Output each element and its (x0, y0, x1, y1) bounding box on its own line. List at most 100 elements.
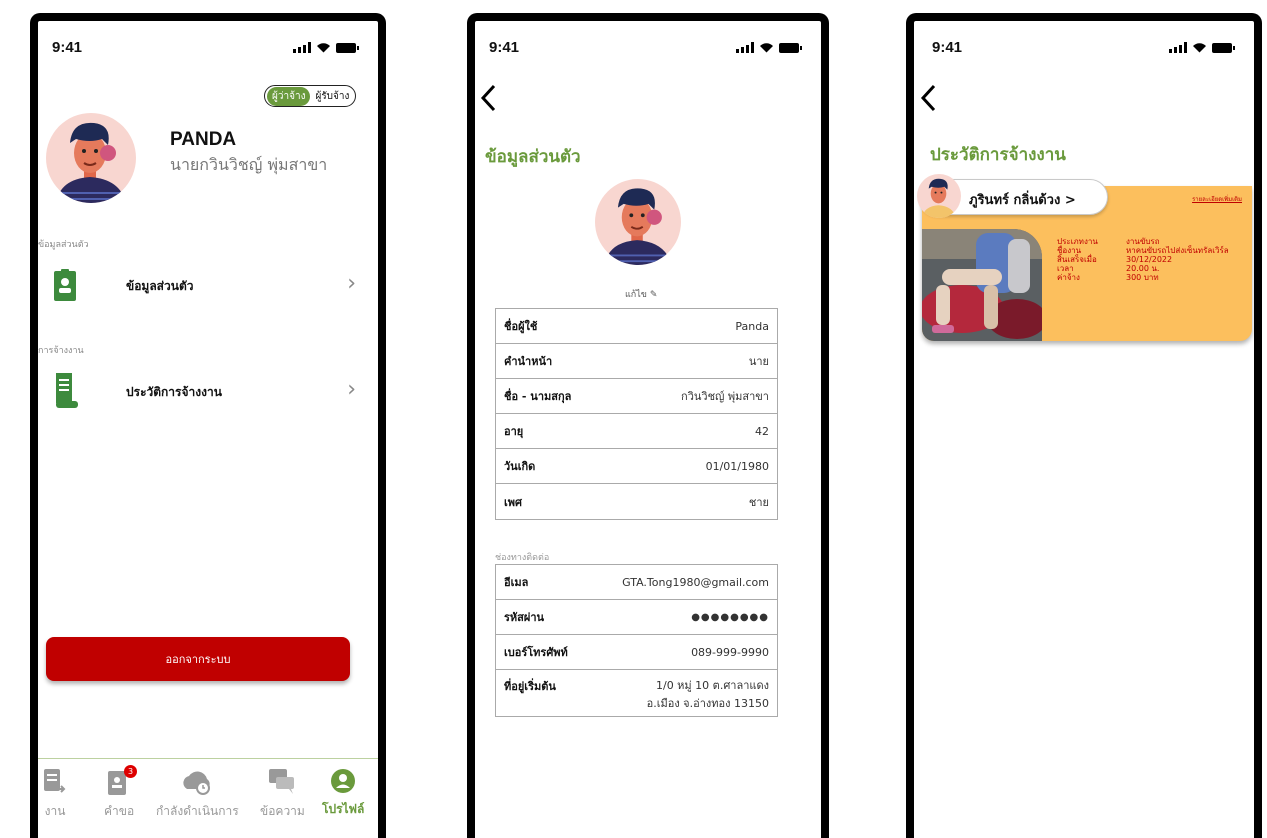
chevron-right-icon: › (347, 271, 356, 296)
tab-jobs[interactable]: งาน (44, 769, 66, 821)
status-icons (736, 42, 802, 53)
role-toggle[interactable]: ผู้ว่าจ้าง ผู้รับจ้าง (264, 85, 356, 107)
tab-messages[interactable]: ข้อความ (260, 769, 305, 821)
request-count-badge: 3 (124, 765, 138, 778)
table-row: คำนำหน้า นาย (496, 344, 777, 379)
avatar-illustration (604, 188, 672, 265)
row-key: วันเกิด (504, 460, 536, 473)
row-value: นาย (748, 355, 769, 368)
page-title: ประวัติการจ้างงาน (930, 145, 1066, 165)
table-row: เพศ ชาย (496, 484, 777, 519)
address-line-2: อ.เมือง จ.อ่างทอง 13150 (646, 697, 769, 710)
menu-hiring-history[interactable]: ประวัติการจ้างงาน › (38, 367, 378, 417)
chevron-right-icon: › (347, 377, 356, 402)
table-row: วันเกิด 01/01/1980 (496, 449, 777, 484)
table-row: ชื่อผู้ใช้ Panda (496, 309, 777, 344)
role-employer-option[interactable]: ผู้ว่าจ้าง (267, 86, 311, 106)
job-photo-image (922, 229, 1042, 341)
status-bar: 9:41 (38, 39, 378, 59)
logout-button[interactable]: ออกจากระบบ (46, 637, 350, 681)
row-key: อีเมล (504, 576, 529, 589)
profile-fullname: นายกวินวิชญ์ พุ่มสาขา (170, 155, 328, 174)
avatar[interactable] (46, 113, 136, 203)
edit-button[interactable]: แก้ไข ✎ (625, 287, 657, 301)
status-bar: 9:41 (914, 39, 1254, 59)
tab-in-progress-label: กำลังดำเนินการ (156, 804, 239, 818)
table-row: ชื่อ - นามสกุล กวินวิชญ์ พุ่มสาขา (496, 379, 777, 414)
job-photo (922, 229, 1042, 341)
tab-jobs-label: งาน (44, 804, 66, 818)
row-value: Panda (735, 319, 769, 333)
hiring-history-screen: 9:41 ประวัติการจ้างงาน ภูรินทร์ กลิ่นด้ว… (906, 13, 1262, 838)
job-type-value: งานขับรถ (1126, 237, 1160, 246)
row-key: ที่อยู่เริ่มต้น (504, 680, 556, 693)
cloud-clock-icon (183, 771, 211, 795)
worker-avatar (917, 174, 961, 218)
address-line-1: 1/0 หมู่ 10 ต.ศาลาแดง (655, 679, 769, 692)
job-labels: ประเภทงาน ชื่องาน สิ้นเสร็จเมื่อ เวลา ค่… (1057, 237, 1098, 282)
password-value: ●●●●●●●● (691, 611, 769, 623)
signal-icon (293, 42, 311, 53)
status-time: 9:41 (932, 39, 963, 56)
menu-personal-label: ข้อมูลส่วนตัว (126, 279, 194, 293)
personal-info-table: ชื่อผู้ใช้ Panda คำนำหน้า นาย ชื่อ - นามสก… (495, 308, 778, 520)
worker-profile-chip[interactable]: ภูรินทร์ กลิ่นด้วง > (917, 174, 1108, 218)
back-arrow-icon[interactable] (918, 83, 940, 113)
worker-name: ภูรินทร์ กลิ่นด้วง > (969, 193, 1076, 208)
section-personal-label: ข้อมูลส่วนตัว (38, 240, 89, 250)
wifi-icon (1193, 43, 1206, 53)
pencil-icon: ✎ (649, 290, 658, 300)
tab-requests[interactable]: 3 คำขอ (104, 765, 138, 821)
row-key: ชื่อ - นามสกุล (504, 390, 572, 403)
status-icons (1169, 42, 1235, 53)
chat-icon (269, 769, 295, 794)
tab-requests-label: คำขอ (104, 804, 135, 818)
battery-icon (336, 43, 359, 53)
row-key: ชื่อผู้ใช้ (504, 320, 538, 333)
wifi-icon (760, 43, 773, 53)
personal-info-screen: 9:41 ข้อมูลส่วนตัว แก้ไข ✎ ชื่อผู้ใช้ Pan… (467, 13, 829, 838)
section-hiring-label: การจ้างงาน (38, 346, 84, 356)
tab-in-progress[interactable]: กำลังดำเนินการ (156, 769, 239, 821)
signal-icon (736, 42, 754, 53)
signal-icon (1169, 42, 1187, 53)
edit-label: แก้ไข (625, 290, 647, 300)
job-wage-label: ค่าจ้าง (1057, 273, 1080, 282)
row-key: เบอร์โทรศัพท์ (504, 646, 568, 659)
page-title: ข้อมูลส่วนตัว (485, 147, 581, 167)
tab-profile[interactable]: โปรไฟล์ (322, 769, 364, 819)
job-time-label: เวลา (1057, 264, 1074, 273)
row-key: คำนำหน้า (504, 355, 553, 368)
menu-personal-info[interactable]: ข้อมูลส่วนตัว › (38, 261, 378, 311)
hiring-history-card[interactable]: ภูรินทร์ กลิ่นด้วง > รายละเอียดเพิ่มเติม… (917, 174, 1252, 341)
job-wage-value: 300 บาท (1126, 273, 1159, 282)
job-type-label: ประเภทงาน (1057, 237, 1098, 246)
tab-profile-label: โปรไฟล์ (322, 802, 365, 816)
table-row: อีเมล GTA.Tong1980@gmail.com (496, 565, 777, 600)
avatar-illustration (56, 122, 126, 203)
row-key: รหัสผ่าน (504, 611, 545, 624)
battery-icon (1212, 43, 1235, 53)
avatar[interactable] (595, 179, 681, 265)
back-arrow-icon[interactable] (478, 83, 500, 113)
job-name-label: ชื่องาน (1057, 246, 1082, 255)
job-time-value: 20.00 น. (1126, 264, 1160, 273)
document-arrow-icon (44, 769, 66, 793)
profile-icon (331, 769, 356, 793)
row-key: อายุ (504, 425, 524, 438)
contact-section-label: ช่องทางติดต่อ (495, 553, 550, 563)
email-value: GTA.Tong1980@gmail.com (622, 575, 769, 589)
status-time: 9:41 (489, 39, 520, 56)
contact-info-table: อีเมล GTA.Tong1980@gmail.com รหัสผ่าน ●●●●… (495, 564, 778, 717)
avatar-illustration (921, 178, 957, 218)
table-row: อายุ 42 (496, 414, 777, 449)
profile-nickname: PANDA (170, 129, 237, 150)
job-name-value: หาคนขับรถไปส่งเซ็นทรัลเวิร์ล (1126, 246, 1229, 255)
receipt-icon (56, 373, 78, 408)
row-value: กวินวิชญ์ พุ่มสาขา (681, 390, 769, 403)
table-row: เบอร์โทรศัพท์ 089-999-9990 (496, 635, 777, 670)
more-details-link[interactable]: รายละเอียดเพิ่มเติม (1192, 194, 1242, 204)
profile-screen: 9:41 ผู้ว่าจ้าง ผู้รับจ้าง PANDA นายกวิน… (30, 13, 386, 838)
row-key: เพศ (504, 495, 522, 509)
role-worker-option[interactable]: ผู้รับจ้าง (310, 87, 354, 106)
